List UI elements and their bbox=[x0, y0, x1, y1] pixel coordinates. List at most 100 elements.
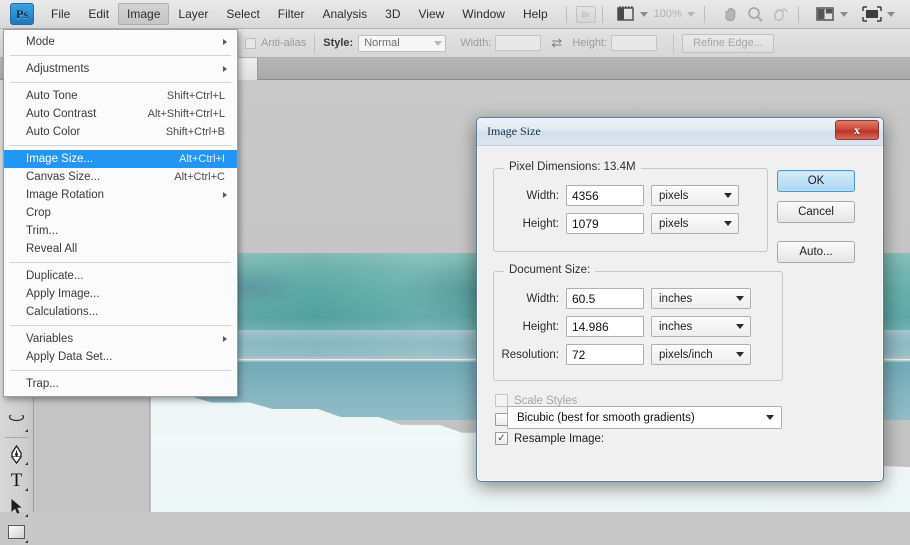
image-menu-item-trap[interactable]: Trap... bbox=[4, 375, 237, 393]
pixel-width-input[interactable]: 4356 bbox=[566, 185, 644, 206]
menu-bar: Ps File Edit Image Layer Select Filter A… bbox=[0, 0, 910, 29]
menu-view[interactable]: View bbox=[409, 3, 453, 25]
image-size-dialog[interactable]: Image Size x Pixel Dimensions: 13.4M Wid… bbox=[476, 117, 884, 482]
dialog-close-button[interactable]: x bbox=[835, 120, 879, 140]
menu-layer[interactable]: Layer bbox=[169, 3, 217, 25]
hand-tool-icon[interactable] bbox=[722, 6, 739, 23]
menu-file[interactable]: File bbox=[42, 3, 79, 25]
photoshop-logo[interactable]: Ps bbox=[10, 3, 34, 25]
image-menu-item-trim[interactable]: Trim... bbox=[4, 222, 237, 240]
resample-method-chevron-down-icon bbox=[766, 415, 774, 420]
menu-separator bbox=[10, 325, 231, 326]
image-menu-item-crop[interactable]: Crop bbox=[4, 204, 237, 222]
bridge-icon[interactable]: Br bbox=[575, 5, 596, 23]
menu-select[interactable]: Select bbox=[217, 3, 268, 25]
options-divider-2 bbox=[314, 33, 316, 53]
pixel-height-row: Height: 1079 pixels bbox=[494, 213, 757, 234]
resample-image-checkbox-row[interactable]: ✓ Resample Image: bbox=[495, 432, 775, 445]
image-menu-item-auto-color[interactable]: Auto Color Shift+Ctrl+B bbox=[4, 123, 237, 141]
image-menu-item-mode[interactable]: Mode bbox=[4, 33, 237, 51]
menu-filter[interactable]: Filter bbox=[269, 3, 314, 25]
type-tool[interactable]: T bbox=[4, 467, 30, 493]
height-input[interactable] bbox=[611, 35, 658, 51]
pixel-width-unit-chevron-down-icon bbox=[724, 193, 732, 198]
document-tab-close-icon[interactable]: close-document-icon bbox=[236, 58, 258, 80]
image-menu-item-auto-tone[interactable]: Auto Tone Shift+Ctrl+L bbox=[4, 87, 237, 105]
pixel-height-unit-select[interactable]: pixels bbox=[651, 213, 739, 234]
menu-item-label: Duplicate... bbox=[26, 270, 84, 282]
image-menu-item-calculations[interactable]: Calculations... bbox=[4, 303, 237, 321]
width-input[interactable] bbox=[495, 35, 542, 51]
screen-modes-chevron-down-icon[interactable] bbox=[886, 11, 895, 17]
doc-resolution-input[interactable]: 72 bbox=[566, 344, 644, 365]
anti-alias-checkbox-box[interactable] bbox=[245, 37, 256, 49]
dialog-title: Image Size bbox=[487, 124, 541, 138]
image-menu-item-image-size[interactable]: Image Size... Alt+Ctrl+I bbox=[4, 150, 237, 168]
menu-item-label: Variables bbox=[26, 333, 74, 345]
menu-help[interactable]: Help bbox=[514, 3, 557, 25]
arrange-chevron-down-icon[interactable] bbox=[839, 11, 848, 17]
auto-button[interactable]: Auto... bbox=[777, 241, 855, 263]
screen-mode-icon[interactable] bbox=[616, 6, 635, 22]
menubar-divider-4 bbox=[797, 5, 799, 23]
zoom-chevron-down-icon[interactable] bbox=[686, 11, 695, 17]
image-menu-item-image-rotation[interactable]: Image Rotation bbox=[4, 186, 237, 204]
menu-separator bbox=[10, 370, 231, 371]
refine-edge-button[interactable]: Refine Edge... bbox=[682, 33, 774, 53]
menu-item-label: Calculations... bbox=[26, 306, 99, 318]
submenu-arrow-icon bbox=[223, 39, 227, 45]
menu-separator bbox=[10, 82, 231, 83]
cancel-button[interactable]: Cancel bbox=[777, 201, 855, 223]
image-menu-item-apply-image[interactable]: Apply Image... bbox=[4, 285, 237, 303]
image-menu-item-reveal-all[interactable]: Reveal All bbox=[4, 240, 237, 258]
arrange-documents-icon[interactable] bbox=[816, 6, 835, 22]
doc-resolution-label: Resolution: bbox=[501, 348, 559, 361]
rotate-view-icon[interactable] bbox=[772, 6, 789, 23]
ok-button[interactable]: OK bbox=[777, 170, 855, 192]
zoom-tool-icon[interactable] bbox=[747, 6, 764, 23]
screen-mode-chevron-down-icon[interactable] bbox=[639, 11, 648, 17]
image-menu-item-apply-data-set[interactable]: Apply Data Set... bbox=[4, 348, 237, 366]
pixel-height-input[interactable]: 1079 bbox=[566, 213, 644, 234]
menu-item-label: Canvas Size... bbox=[26, 171, 101, 183]
image-menu-item-auto-contrast[interactable]: Auto Contrast Alt+Shift+Ctrl+L bbox=[4, 105, 237, 123]
swap-width-height-icon[interactable]: ⇄ bbox=[551, 35, 562, 51]
resample-image-checkbox[interactable]: ✓ bbox=[495, 432, 508, 445]
path-selection-tool[interactable] bbox=[4, 493, 30, 519]
pixel-width-row: Width: 4356 pixels bbox=[494, 185, 757, 206]
style-select[interactable]: Normal bbox=[358, 34, 447, 52]
dialog-title-bar: Image Size x bbox=[477, 118, 883, 146]
image-menu-item-duplicate[interactable]: Duplicate... bbox=[4, 267, 237, 285]
scale-styles-checkbox[interactable] bbox=[495, 394, 508, 407]
menu-analysis[interactable]: Analysis bbox=[313, 3, 376, 25]
scale-styles-label: Scale Styles bbox=[514, 394, 578, 407]
doc-resolution-unit-select[interactable]: pixels/inch bbox=[651, 344, 751, 365]
menu-separator bbox=[10, 55, 231, 56]
doc-height-unit-chevron-down-icon bbox=[736, 324, 744, 329]
dialog-body: Pixel Dimensions: 13.4M Width: 4356 pixe… bbox=[477, 146, 883, 482]
menu-item-label: Image Rotation bbox=[26, 189, 104, 201]
menu-window[interactable]: Window bbox=[453, 3, 514, 25]
pixel-width-unit-select[interactable]: pixels bbox=[651, 185, 739, 206]
resample-method-select[interactable]: Bicubic (best for smooth gradients) bbox=[507, 406, 782, 429]
doc-width-unit-chevron-down-icon bbox=[736, 296, 744, 301]
image-menu-item-variables[interactable]: Variables bbox=[4, 330, 237, 348]
pen-tool[interactable] bbox=[4, 441, 30, 467]
menu-image[interactable]: Image bbox=[118, 3, 170, 25]
shape-tool[interactable] bbox=[4, 519, 30, 545]
doc-width-input[interactable]: 60.5 bbox=[566, 288, 644, 309]
image-menu-item-adjustments[interactable]: Adjustments bbox=[4, 60, 237, 78]
image-menu-item-canvas-size[interactable]: Canvas Size... Alt+Ctrl+C bbox=[4, 168, 237, 186]
doc-width-unit-select[interactable]: inches bbox=[651, 288, 751, 309]
anti-alias-checkbox[interactable]: Anti-alias bbox=[245, 37, 306, 49]
image-menu-dropdown[interactable]: Mode Adjustments Auto Tone Shift+Ctrl+L Auto… bbox=[3, 29, 238, 397]
menu-separator bbox=[10, 145, 231, 146]
menu-3d[interactable]: 3D bbox=[376, 3, 409, 25]
doc-height-unit-select[interactable]: inches bbox=[651, 316, 751, 337]
doc-height-input[interactable]: 14.986 bbox=[566, 316, 644, 337]
doc-resolution-unit-chevron-down-icon bbox=[736, 352, 744, 357]
tool-partial-top[interactable] bbox=[4, 408, 30, 434]
menu-edit[interactable]: Edit bbox=[79, 3, 118, 25]
document-size-group: Document Size: Width: 60.5 inches Height… bbox=[493, 264, 783, 381]
screen-modes-icon[interactable] bbox=[862, 6, 882, 22]
